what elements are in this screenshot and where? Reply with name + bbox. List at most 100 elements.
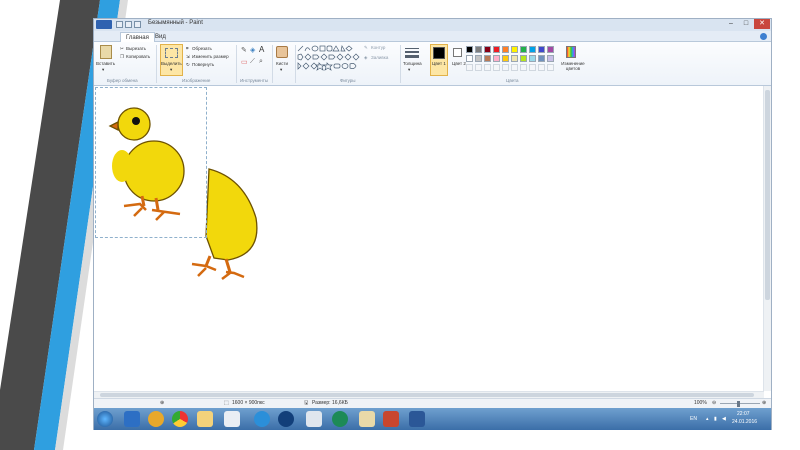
eraser-icon[interactable]: ▭ (241, 58, 248, 66)
paste-dropdown-icon[interactable]: ▾ (102, 67, 104, 73)
palette-color-swatch[interactable] (502, 46, 509, 53)
brushes-button[interactable]: Кисти (276, 61, 288, 66)
palette-color-swatch[interactable] (511, 55, 518, 62)
powerpoint-icon[interactable] (383, 411, 399, 427)
language-indicator[interactable]: EN (690, 416, 697, 422)
custom-color-slot[interactable] (511, 64, 518, 71)
custom-color-slot[interactable] (493, 64, 500, 71)
palette-color-swatch[interactable] (484, 46, 491, 53)
edit-colors-button[interactable]: Изменение цветов (559, 61, 587, 71)
close-button[interactable]: ✕ (754, 19, 770, 29)
clock-date[interactable]: 24.01.2016 (732, 419, 757, 425)
palette-color-swatch[interactable] (547, 46, 554, 53)
outline-icon[interactable]: ✎ (364, 45, 368, 51)
palette-color-swatch[interactable] (502, 55, 509, 62)
select-dropdown-icon[interactable]: ▾ (170, 67, 172, 73)
taskbar-app-phone-icon[interactable] (306, 411, 322, 427)
palette-color-swatch[interactable] (520, 46, 527, 53)
zoom-slider[interactable] (720, 403, 760, 404)
palette-color-swatch[interactable] (466, 55, 473, 62)
resize-icon[interactable]: ⇲ (186, 54, 190, 60)
crop-button[interactable]: Обрезать (192, 46, 212, 51)
palette-color-swatch[interactable] (547, 55, 554, 62)
rotate-button[interactable]: Повернуть (192, 62, 214, 67)
chrome-icon[interactable] (172, 411, 188, 427)
brush-icon[interactable] (276, 46, 288, 58)
save-icon[interactable] (116, 21, 123, 28)
paste-button[interactable]: Вставить (96, 61, 115, 66)
taskbar-app-triangle-icon[interactable] (148, 411, 164, 427)
clock-time[interactable]: 22:07 (737, 411, 750, 417)
color2-swatch[interactable] (453, 48, 462, 57)
palette-color-swatch[interactable] (529, 55, 536, 62)
paint-taskbar-icon[interactable] (359, 411, 375, 427)
copy-icon[interactable]: ❐ (120, 54, 124, 60)
horizontal-scroll-thumb[interactable] (100, 393, 754, 397)
undo-icon[interactable] (125, 21, 132, 28)
fill-shape-icon[interactable]: ◈ (364, 55, 367, 61)
custom-color-slot[interactable] (529, 64, 536, 71)
horizontal-scrollbar[interactable] (94, 391, 764, 398)
custom-color-slot[interactable] (484, 64, 491, 71)
custom-color-slot[interactable] (547, 64, 554, 71)
copy-button[interactable]: Копировать (126, 54, 150, 59)
crop-icon[interactable]: ⌗ (186, 46, 189, 51)
palette-color-swatch[interactable] (520, 55, 527, 62)
help-icon[interactable] (760, 33, 767, 40)
minimize-button[interactable]: – (725, 19, 737, 29)
palette-color-swatch[interactable] (493, 46, 500, 53)
zoom-slider-handle[interactable] (737, 401, 740, 407)
palette-color-swatch[interactable] (538, 46, 545, 53)
palette-color-swatch[interactable] (511, 46, 518, 53)
palette-color-swatch[interactable] (538, 55, 545, 62)
palette-color-swatch[interactable] (475, 55, 482, 62)
cut-button[interactable]: Вырезать (126, 46, 146, 51)
custom-color-slot[interactable] (520, 64, 527, 71)
taskbar-app-d-icon[interactable] (124, 411, 140, 427)
canvas-area[interactable] (94, 86, 764, 391)
palette-color-swatch[interactable] (475, 46, 482, 53)
tab-view[interactable]: Вид (150, 32, 171, 42)
taskbar-app-pets-icon[interactable] (224, 411, 240, 427)
maximize-button[interactable]: □ (740, 19, 752, 29)
outline-button[interactable]: Контур (371, 45, 385, 50)
fill-button[interactable]: Заливка (371, 55, 388, 60)
redo-icon[interactable] (134, 21, 141, 28)
palette-color-swatch[interactable] (484, 55, 491, 62)
taskbar-app-circle-icon[interactable] (278, 411, 294, 427)
text-icon[interactable]: A (259, 45, 264, 54)
network-icon[interactable]: ▮ (714, 416, 717, 422)
cut-icon[interactable]: ✂ (120, 46, 124, 52)
app-menu-button[interactable] (96, 20, 112, 29)
zoom-out-icon[interactable]: ⊖ (712, 400, 716, 406)
selection-rectangle[interactable] (95, 87, 207, 238)
custom-color-slot[interactable] (502, 64, 509, 71)
resize-button[interactable]: Изменить размер (192, 54, 229, 59)
palette-color-swatch[interactable] (493, 55, 500, 62)
start-button[interactable] (97, 411, 113, 427)
volume-icon[interactable]: ◀ (722, 416, 726, 422)
edit-colors-icon[interactable] (566, 46, 576, 58)
vertical-scrollbar[interactable] (763, 86, 771, 391)
select-button[interactable]: Выделить (161, 61, 182, 66)
file-explorer-icon[interactable] (197, 411, 213, 427)
shapes-gallery[interactable] (297, 45, 361, 73)
taskbar-app-e-icon[interactable] (332, 411, 348, 427)
brushes-dropdown-icon[interactable]: ▾ (280, 67, 282, 73)
word-icon[interactable] (409, 411, 425, 427)
rotate-icon[interactable]: ↻ (186, 62, 190, 68)
custom-color-slot[interactable] (538, 64, 545, 71)
zoom-in-icon[interactable]: ⊕ (762, 400, 766, 406)
size-dropdown-icon[interactable]: ▾ (408, 67, 410, 73)
fill-icon[interactable]: ◈ (250, 46, 255, 54)
tray-arrow-icon[interactable]: ▴ (706, 416, 709, 422)
palette-color-swatch[interactable] (466, 46, 473, 53)
magnifier-icon[interactable]: ⌕ (259, 58, 263, 66)
custom-color-slot[interactable] (466, 64, 473, 71)
palette-color-swatch[interactable] (529, 46, 536, 53)
vertical-scroll-thumb[interactable] (765, 90, 770, 300)
size-button[interactable]: Толщина (403, 61, 422, 66)
paste-icon[interactable] (100, 45, 112, 59)
color-picker-icon[interactable]: ⟋ (250, 58, 255, 66)
custom-color-slot[interactable] (475, 64, 482, 71)
